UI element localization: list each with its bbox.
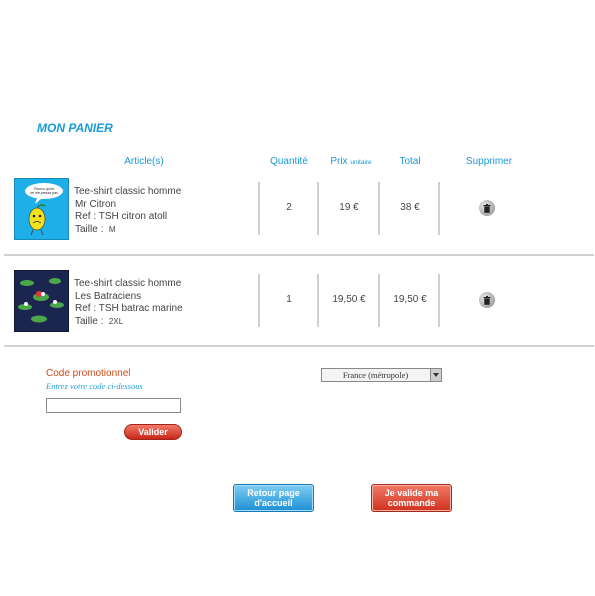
- header-delete: Supprimer: [465, 156, 513, 167]
- product-image-mr-citron[interactable]: Pourvu qu'on ne me presse pas: [14, 178, 69, 240]
- validate-promo-button[interactable]: Valider: [124, 424, 182, 440]
- item-size-label: Taille :: [75, 315, 104, 327]
- validate-order-line2: commande: [387, 498, 436, 508]
- delete-item-button[interactable]: [479, 292, 495, 308]
- row-separator: [4, 254, 594, 256]
- header-articles: Article(s): [124, 156, 164, 167]
- header-quantity: Quantité: [270, 156, 308, 167]
- item-quantity[interactable]: 2: [262, 202, 316, 213]
- promo-code-hint: Entrez votre code ci-dessous: [46, 381, 143, 391]
- trash-icon: [483, 295, 491, 305]
- item-size: 2XL: [108, 316, 124, 326]
- item-design: Les Batraciens: [75, 290, 142, 302]
- column-divider: [438, 274, 440, 327]
- column-divider: [438, 182, 440, 235]
- validate-order-button[interactable]: Je valide ma commande: [371, 484, 452, 512]
- trash-icon: [483, 203, 491, 213]
- item-name: Tee-shirt classic homme: [74, 186, 182, 197]
- page-title: MON PANIER: [37, 121, 113, 135]
- back-to-home-button[interactable]: Retour page d'accueil: [233, 484, 314, 512]
- item-total: 19,50 €: [393, 294, 427, 305]
- promo-code-label: Code promotionnel: [46, 368, 131, 379]
- shipping-country-value: France (métropole): [342, 370, 409, 380]
- frogs-illustration: [18, 278, 64, 323]
- column-divider: [258, 182, 260, 235]
- item-unit-price: 19 €: [339, 202, 359, 213]
- item-ref: Ref : TSH citron atoll: [75, 211, 168, 222]
- item-description: Tee-shirt classic homme Mr Citron Ref : …: [74, 186, 181, 236]
- item-description: Tee-shirt classic homme Les Batraciens R…: [74, 278, 183, 328]
- item-size-label: Taille :: [75, 223, 104, 235]
- column-divider: [378, 274, 380, 327]
- item-design: Mr Citron: [75, 198, 117, 210]
- back-to-home-line2: d'accueil: [254, 498, 293, 508]
- item-total: 38 €: [400, 202, 420, 213]
- item-ref: Ref : TSH batrac marine: [75, 303, 183, 314]
- column-divider: [317, 274, 319, 327]
- product-image-batraciens[interactable]: [14, 270, 69, 332]
- header-total: Total: [399, 156, 421, 167]
- delete-item-button[interactable]: [479, 200, 495, 216]
- thumb-caption-2: ne me presse pas: [30, 191, 58, 195]
- back-to-home-line1: Retour page: [247, 488, 300, 498]
- validate-order-line1: Je valide ma: [384, 488, 439, 498]
- column-divider: [317, 182, 319, 235]
- column-divider: [258, 274, 260, 327]
- item-unit-price: 19,50 €: [332, 294, 366, 305]
- row-separator: [4, 345, 594, 347]
- lemon-illustration: Pourvu qu'on ne me presse pas: [25, 183, 63, 236]
- column-divider: [378, 182, 380, 235]
- header-price: Prix unitaire: [322, 156, 380, 167]
- item-name: Tee-shirt classic homme: [74, 278, 182, 289]
- chevron-down-icon[interactable]: [430, 369, 441, 381]
- header-price-label: Prix: [330, 156, 348, 167]
- header-price-suffix: unitaire: [350, 159, 372, 166]
- promo-code-input[interactable]: [46, 398, 181, 413]
- item-size: M: [108, 224, 116, 234]
- item-quantity[interactable]: 1: [262, 294, 316, 305]
- shipping-country-select[interactable]: France (métropole): [321, 368, 442, 382]
